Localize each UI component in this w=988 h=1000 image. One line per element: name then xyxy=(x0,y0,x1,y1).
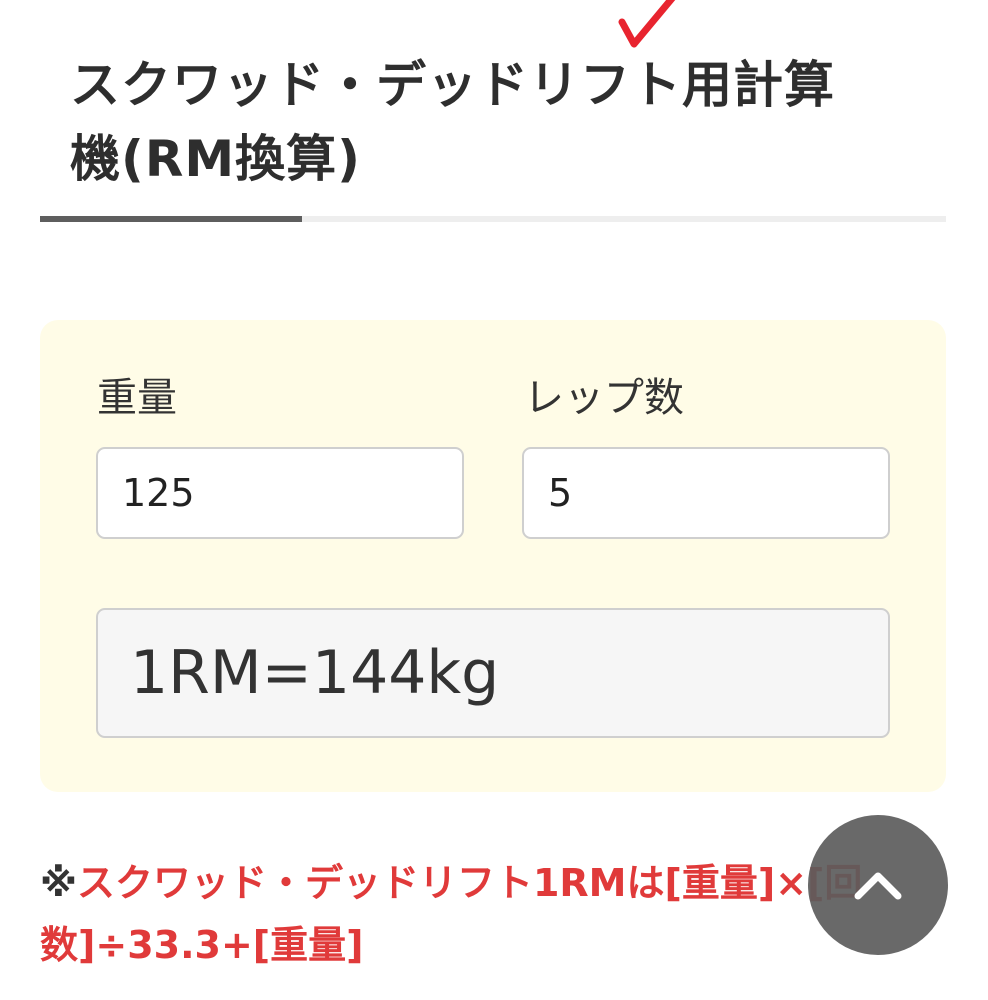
page: スクワッド・デッドリフト用計算機(RM換算) 重量 レップ数 1RM=144kg… xyxy=(0,0,988,1000)
formula-text: スクワッド・デッドリフト1RMは[重量]×[回数]÷33.3+[重量] xyxy=(40,861,863,967)
chevron-up-icon xyxy=(854,872,902,900)
title-underline-accent xyxy=(40,216,302,222)
note-mark: ※ xyxy=(40,861,77,905)
title-underline xyxy=(40,216,946,222)
formula-note: ※スクワッド・デッドリフト1RMは[重量]×[回数]÷33.3+[重量] xyxy=(40,852,870,976)
weight-input[interactable] xyxy=(96,447,464,539)
one-rm-result: 1RM=144kg xyxy=(96,608,890,738)
page-title: スクワッド・デッドリフト用計算機(RM換算) xyxy=(70,56,835,188)
calculator-panel: 重量 レップ数 1RM=144kg xyxy=(40,320,946,792)
weight-label: 重量 xyxy=(97,375,177,421)
reps-label: レップ数 xyxy=(524,375,684,421)
reps-input[interactable] xyxy=(522,447,890,539)
scroll-to-top-button[interactable] xyxy=(808,815,948,955)
